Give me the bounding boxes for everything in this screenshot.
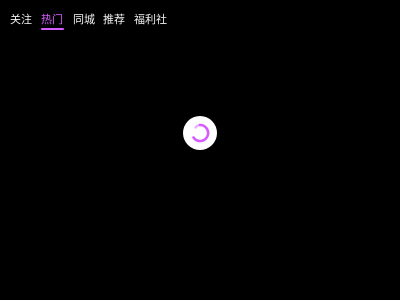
loading-spinner: [183, 116, 217, 150]
active-tab-indicator: [41, 28, 64, 30]
tab-local[interactable]: 同城: [73, 12, 95, 28]
app-screen: 关注 热门 同城 推荐 福利社: [0, 0, 400, 300]
spinner-icon: [192, 123, 210, 143]
top-tab-bar: 关注 热门 同城 推荐 福利社: [0, 0, 400, 34]
tab-welfare[interactable]: 福利社: [134, 12, 167, 28]
tab-follow[interactable]: 关注: [10, 12, 32, 28]
tab-recommend[interactable]: 推荐: [103, 12, 125, 28]
tab-hot[interactable]: 热门: [41, 12, 63, 28]
